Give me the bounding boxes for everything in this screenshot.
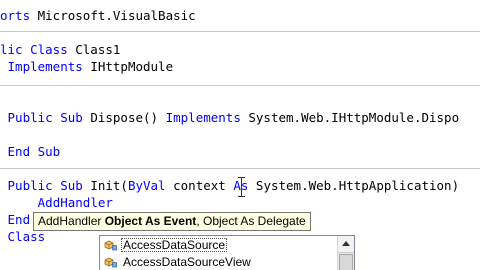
code-line-init-sub: Public Sub Init(ByVal context As System.… xyxy=(0,178,460,194)
code-text: System.Web.IHttpModule.Dispo xyxy=(240,110,460,125)
keyword: Public Sub xyxy=(7,110,83,125)
code-text: System.Web.HttpApplication) xyxy=(248,178,460,193)
code-text: Class1 xyxy=(67,42,121,57)
code-text: Init( xyxy=(82,178,128,193)
code-line-implements: Implements IHttpModule xyxy=(0,59,174,75)
keyword: Implements xyxy=(7,59,83,74)
keyword: Class xyxy=(7,229,46,244)
completion-scrollbar[interactable] xyxy=(337,236,354,270)
completion-item-label: AccessDataSourceView xyxy=(123,255,251,269)
code-line-imports: orts Microsoft.VisualBasic xyxy=(0,8,196,24)
code-line-end-sub: End Sub xyxy=(0,144,61,160)
completion-item-label: AccessDataSource xyxy=(121,238,228,252)
completion-item[interactable]: AccessDataSourceView xyxy=(101,254,253,270)
code-text: Microsoft.VisualBasic xyxy=(30,8,196,23)
keyword: ByVal xyxy=(127,178,166,193)
code-line-end: End xyxy=(0,212,31,228)
text-cursor xyxy=(238,177,245,197)
code-line-dispose-sub: Public Sub Dispose() Implements System.W… xyxy=(0,110,460,126)
code-text: Dispose() xyxy=(82,110,166,125)
intellisense-completion-list[interactable]: AccessDataSource AccessDataSourceView xyxy=(99,235,355,270)
code-line-addhandler: AddHandler xyxy=(0,195,113,211)
keyword: lic Class xyxy=(0,42,68,57)
keyword: End xyxy=(7,212,31,227)
keyword: AddHandler xyxy=(37,195,113,210)
scrollbar-thumb[interactable] xyxy=(339,254,353,270)
tooltip-method-name: AddHandler xyxy=(38,214,102,228)
scroll-up-arrow-icon[interactable] xyxy=(338,236,354,253)
code-editor[interactable]: orts Microsoft.VisualBasic lic Class Cla… xyxy=(0,0,480,270)
class-icon xyxy=(104,257,117,268)
procedure-separator xyxy=(0,85,480,86)
keyword: orts xyxy=(0,8,31,23)
procedure-separator xyxy=(0,168,480,169)
procedure-separator xyxy=(0,31,480,32)
code-text: context xyxy=(165,178,234,193)
code-line-class: Class xyxy=(0,229,46,245)
tooltip-current-param: Object As Event xyxy=(104,214,197,228)
code-text: IHttpModule xyxy=(82,59,174,74)
code-line-class-declaration: lic Class Class1 xyxy=(0,42,120,58)
completion-item[interactable]: AccessDataSource xyxy=(101,237,228,254)
class-icon xyxy=(104,240,117,251)
tooltip-next-param: Object As Delegate xyxy=(199,214,306,228)
parameter-info-tooltip: AddHandler Object As Event, Object As De… xyxy=(33,212,311,231)
keyword: Implements xyxy=(165,110,241,125)
keyword: End Sub xyxy=(7,144,61,159)
keyword: Public Sub xyxy=(7,178,83,193)
